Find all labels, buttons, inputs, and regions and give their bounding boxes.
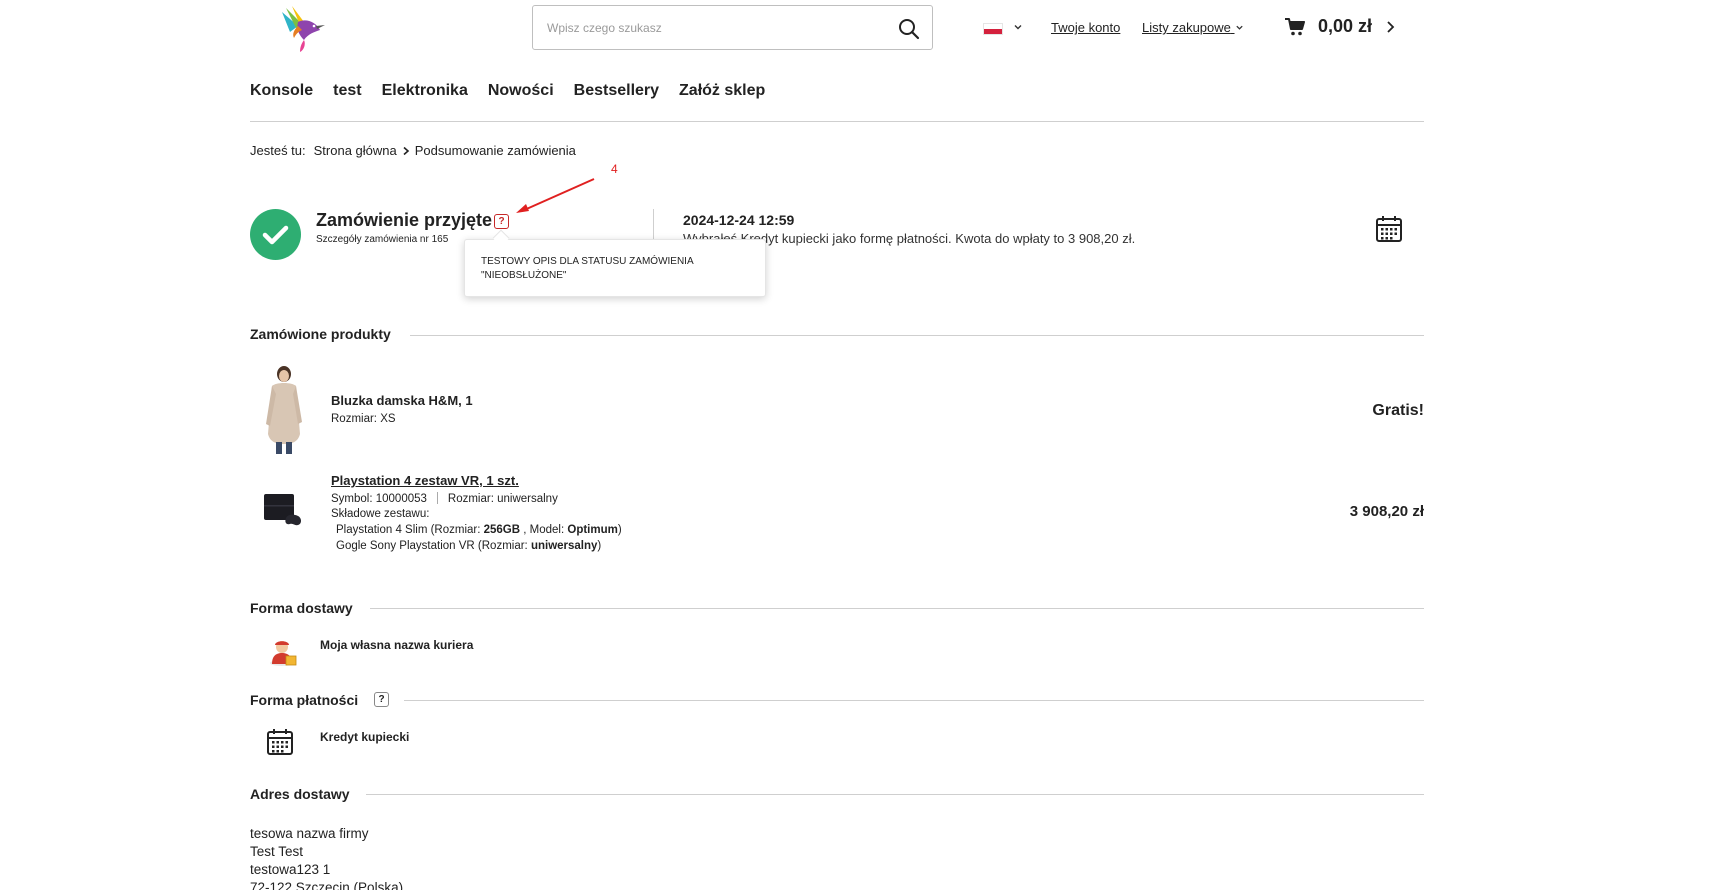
address-name: Test Test <box>250 844 304 859</box>
annotation-number: 4 <box>611 162 618 176</box>
product-symbol: Symbol: 10000053 <box>331 493 427 505</box>
check-icon <box>262 225 289 245</box>
poland-flag-icon[interactable] <box>983 23 1003 35</box>
component-size: 256GB <box>483 524 521 536</box>
product-size: Rozmiar: uniwersalny <box>447 493 558 505</box>
delivery-method-name: Moja własna nazwa kuriera <box>320 638 474 652</box>
component-text: , Model: <box>520 524 568 536</box>
delivery-address: tesowa nazwa firmy Test Test testowa123 … <box>250 825 403 890</box>
account-link[interactable]: Twoje konto <box>1051 20 1120 35</box>
search-icon[interactable] <box>898 18 920 40</box>
component-item: Playstation 4 Slim (Rozmiar: 256GB , Mod… <box>336 524 622 536</box>
nav-item-zaloz-sklep[interactable]: Załóż sklep <box>679 82 765 100</box>
chevron-right-icon[interactable] <box>1384 20 1396 34</box>
component-size: uniwersalny <box>530 540 598 552</box>
breadcrumb: Jesteś tu: Strona główna Podsumowanie za… <box>250 143 576 158</box>
component-text: ) <box>617 524 622 536</box>
address-street: testowa123 1 <box>250 862 331 877</box>
meta-divider <box>436 492 438 504</box>
address-company: tesowa nazwa firmy <box>250 826 369 841</box>
address-city: 72-122 Szczecin (Polska) <box>250 880 404 890</box>
shopping-lists-label: Listy zakupowe <box>1142 20 1231 35</box>
nav-item-test[interactable]: test <box>333 82 361 100</box>
product-price: Gratis! <box>1372 402 1424 419</box>
payment-section-title: Forma płatności <box>250 692 359 708</box>
section-divider <box>366 794 1424 795</box>
product-size: Rozmiar: XS <box>331 413 396 425</box>
hummingbird-logo[interactable] <box>276 4 326 54</box>
cart-total[interactable]: 0,00 zł <box>1318 16 1372 37</box>
products-section-title: Zamówione produkty <box>250 326 391 342</box>
product-price: 3 908,20 zł <box>1349 503 1424 520</box>
nav-item-nowosci[interactable]: Nowości <box>488 82 554 100</box>
section-divider <box>370 608 1424 609</box>
help-icon[interactable]: ? <box>374 692 389 707</box>
order-date: 2024-12-24 12:59 <box>683 212 795 228</box>
order-status-title: Zamówienie przyjęte <box>316 210 493 230</box>
order-details-number: Szczegóły zamówienia nr 165 <box>316 234 449 245</box>
nav-item-konsole[interactable]: Konsole <box>250 82 313 100</box>
section-divider <box>404 700 1424 701</box>
components-label: Składowe zestawu: <box>331 508 430 520</box>
address-section-title: Adres dostawy <box>250 786 350 802</box>
component-item: Gogle Sony Playstation VR (Rozmiar: uniw… <box>336 540 601 552</box>
payment-method-name: Kredyt kupiecki <box>320 730 410 744</box>
order-accepted-badge <box>250 209 301 260</box>
breadcrumb-current: Podsumowanie zamówienia <box>414 143 576 158</box>
nav-item-elektronika[interactable]: Elektronika <box>382 82 468 100</box>
nav-item-bestsellery[interactable]: Bestsellery <box>574 82 659 100</box>
component-text: ) <box>597 540 602 552</box>
component-text: Gogle Sony Playstation VR (Rozmiar: <box>336 540 531 552</box>
main-nav: Konsole test Elektronika Nowości Bestsel… <box>250 82 765 100</box>
tooltip-line-2: "NIEOBSŁUŻONE" <box>481 270 567 281</box>
cart-icon[interactable] <box>1285 18 1305 36</box>
shopping-lists-link[interactable]: Listy zakupowe <box>1142 20 1244 35</box>
chevron-down-icon <box>1235 25 1243 30</box>
delivery-section-title: Forma dostawy <box>250 600 353 616</box>
courier-icon <box>270 641 297 666</box>
product-name-link[interactable]: Playstation 4 zestaw VR, 1 szt. <box>331 473 519 488</box>
calendar-icon <box>267 729 293 755</box>
header-divider <box>250 121 1424 122</box>
chevron-right-icon <box>403 146 409 155</box>
component-model: Optimum <box>567 524 618 536</box>
help-icon[interactable]: ? <box>494 214 509 229</box>
breadcrumb-home-link[interactable]: Strona główna <box>314 143 397 158</box>
tooltip-line-1: TESTOWY OPIS DLA STATUSU ZAMÓWIENIA <box>481 256 694 267</box>
product-meta: Symbol: 10000053 Rozmiar: uniwersalny <box>331 492 558 505</box>
product-name: Bluzka damska H&M, 1 <box>331 393 473 408</box>
annotation-arrow <box>516 178 595 213</box>
component-text: Playstation 4 Slim (Rozmiar: <box>336 524 484 536</box>
chevron-down-icon[interactable] <box>1013 22 1023 32</box>
status-tooltip: TESTOWY OPIS DLA STATUSU ZAMÓWIENIA "NIE… <box>464 239 766 297</box>
search-box <box>532 5 933 50</box>
calendar-icon[interactable] <box>1375 215 1403 243</box>
product-image-playstation[interactable] <box>260 490 304 528</box>
section-divider <box>410 335 1424 336</box>
breadcrumb-prefix: Jesteś tu: <box>250 143 306 158</box>
search-input[interactable] <box>547 18 877 38</box>
product-image-blouse[interactable] <box>258 364 306 454</box>
